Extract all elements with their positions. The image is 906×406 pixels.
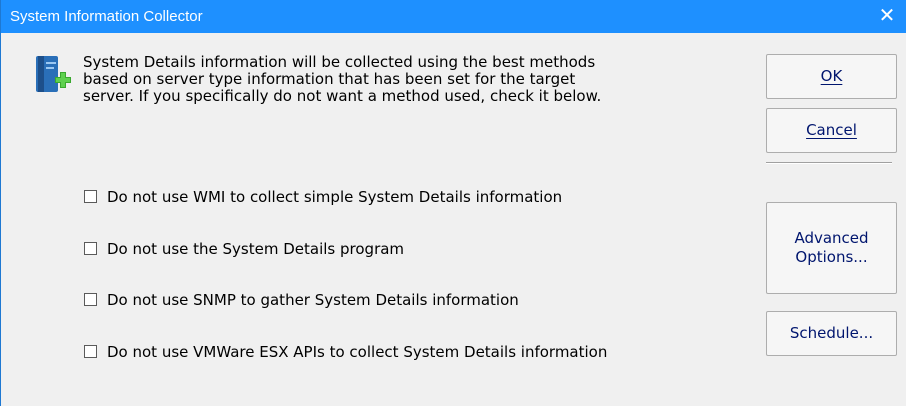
option-no-vmware-esx-label[interactable]: Do not use VMWare ESX APIs to collect Sy… (107, 343, 607, 361)
option-no-snmp-label[interactable]: Do not use SNMP to gather System Details… (107, 291, 519, 309)
ok-button-label: OK (820, 67, 843, 85)
window-title: System Information Collector (10, 8, 203, 25)
title-bar[interactable]: System Information Collector ✕ (1, 0, 906, 33)
button-separator (766, 162, 892, 164)
option-no-wmi-label[interactable]: Do not use WMI to collect simple System … (107, 188, 562, 206)
description-line-3: server. If you specifically do not want … (83, 87, 602, 105)
advanced-options-button[interactable]: Advanced Options... (766, 202, 897, 294)
schedule-button-label: Schedule... (789, 324, 874, 342)
ok-button[interactable]: OK (766, 54, 897, 99)
close-icon[interactable]: ✕ (867, 0, 906, 33)
description-line-2: based on server type information that ha… (83, 70, 576, 88)
description-text: System Details information will be colle… (83, 54, 723, 105)
checkbox-no-system-details-program[interactable] (84, 242, 97, 255)
description-line-1: System Details information will be colle… (83, 53, 596, 71)
checkbox-no-wmi[interactable] (84, 190, 97, 203)
dialog-window: System Information Collector ✕ System De… (0, 0, 906, 406)
advanced-options-label-line-1: Advanced (794, 229, 869, 247)
schedule-button[interactable]: Schedule... (766, 311, 897, 356)
cancel-button[interactable]: Cancel (766, 108, 897, 153)
checkbox-no-snmp[interactable] (84, 293, 97, 306)
option-no-system-details-program-label[interactable]: Do not use the System Details program (107, 240, 404, 258)
checkbox-no-vmware-esx[interactable] (84, 345, 97, 358)
advanced-options-label-line-2: Options... (795, 248, 868, 266)
book-add-icon (36, 56, 71, 92)
cancel-button-label: Cancel (806, 121, 857, 139)
